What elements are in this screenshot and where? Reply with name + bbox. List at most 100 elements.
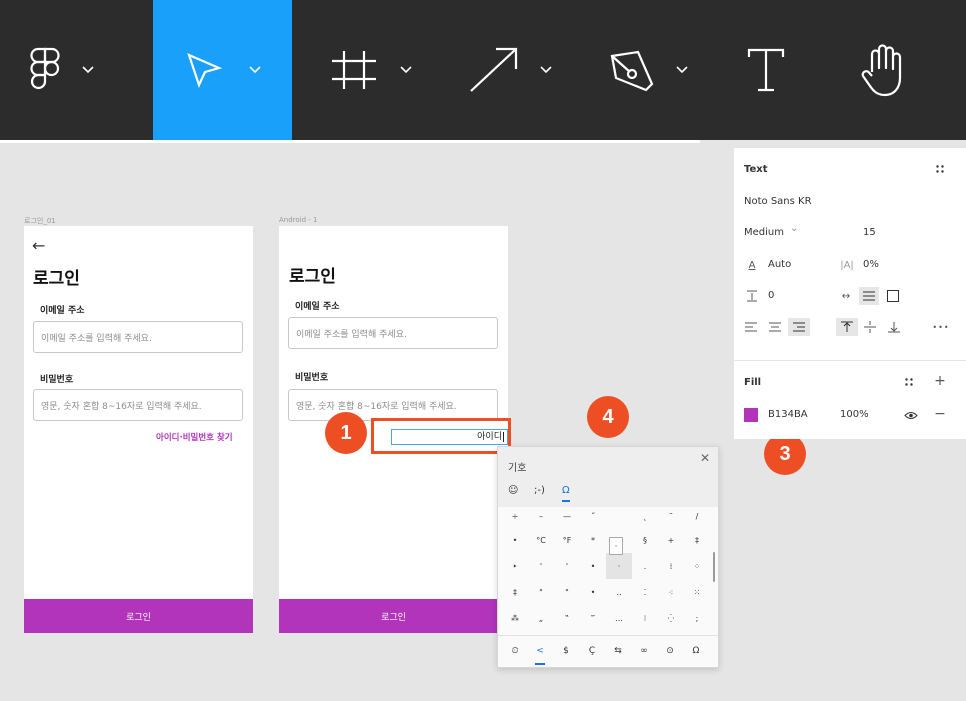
symbol-cell[interactable]: ˜ — [658, 503, 684, 529]
symbol-cell[interactable]: ÷ — [502, 503, 528, 529]
symbol-cell[interactable]: / — [684, 503, 710, 529]
category-math[interactable]: ∞ — [633, 642, 655, 660]
symbol-cell-hovered[interactable]: · — [606, 553, 632, 579]
step-badge-4: 4 — [587, 396, 629, 438]
symbol-cell[interactable]: ⁙ — [684, 579, 710, 605]
paragraph-spacing-glyph-icon — [747, 290, 757, 302]
paragraph-spacing-input[interactable]: 0 — [768, 290, 774, 301]
font-size-input[interactable]: 15 — [863, 227, 876, 238]
symbol-cell[interactable]: ‴ — [580, 605, 606, 631]
symbol-cell[interactable]: ' — [528, 553, 554, 579]
tab-kaomoji[interactable]: ;-) — [534, 485, 545, 496]
symbol-cell[interactable]: . — [632, 553, 658, 579]
fill-section-heading: Fill — [744, 377, 762, 388]
back-arrow-icon[interactable]: ← — [32, 236, 45, 255]
text-tool[interactable] — [746, 0, 786, 140]
password-input[interactable]: 영문, 숫자 혼합 8~16자로 입력해 주세요. — [33, 389, 243, 421]
login-button[interactable]: 로그인 — [279, 599, 508, 633]
auto-width-icon[interactable]: ↔ — [837, 288, 855, 304]
find-id-password-link[interactable]: 아이디·비밀번호 찾기 — [156, 431, 233, 443]
symbol-cell[interactable]: ⁘ — [684, 553, 710, 579]
chevron-down-icon[interactable]: ⌄ — [790, 223, 798, 234]
password-input[interactable]: 영문, 숫자 혼합 8~16자로 입력해 주세요. — [288, 389, 498, 421]
section-divider — [734, 360, 966, 361]
text-styles-icon[interactable] — [932, 162, 948, 176]
font-weight-select[interactable]: Medium — [744, 227, 784, 238]
style-grid-icon — [905, 378, 913, 386]
fill-color-swatch[interactable] — [744, 408, 758, 422]
symbol-cell[interactable]: ⁛ — [658, 605, 684, 631]
tab-symbols[interactable]: Ω — [562, 485, 570, 496]
line-height-input[interactable]: Auto — [768, 259, 791, 270]
symbol-cell[interactable]: ‥ — [606, 579, 632, 605]
remove-fill-icon[interactable]: − — [932, 406, 948, 422]
align-bottom-icon[interactable] — [885, 319, 903, 335]
symbol-cell[interactable]: „ — [528, 605, 554, 631]
align-middle-icon[interactable] — [861, 319, 879, 335]
symbol-cell[interactable]: ' — [554, 553, 580, 579]
symbol-cell[interactable]: • — [580, 579, 606, 605]
frame-tool[interactable] — [330, 0, 412, 140]
symbol-cell[interactable]: • — [502, 527, 528, 553]
category-recent-icon[interactable]: ⏲ — [504, 642, 526, 660]
more-options-icon[interactable]: ••• — [930, 320, 952, 334]
symbol-cell[interactable]: " — [528, 579, 554, 605]
fill-hex-input[interactable]: B134BA — [768, 409, 808, 420]
symbol-cell[interactable]: ˝ — [580, 503, 606, 529]
eye-icon[interactable] — [902, 408, 920, 422]
email-input[interactable]: 이메일 주소를 입력해 주세요. — [288, 317, 498, 349]
tab-emoji[interactable]: ☺ — [508, 485, 518, 496]
align-right-icon[interactable] — [788, 318, 810, 336]
font-family-select[interactable]: Noto Sans KR — [744, 196, 812, 207]
frame-login-01[interactable]: ← 로그인 이메일 주소 이메일 주소를 입력해 주세요. 비밀번호 영문, 숫… — [24, 226, 253, 633]
fixed-size-icon[interactable] — [885, 288, 901, 304]
picker-scrollbar[interactable] — [713, 552, 715, 582]
letter-spacing-input[interactable]: 0% — [863, 259, 879, 270]
symbol-cell[interactable]: ‡ — [502, 579, 528, 605]
category-currency[interactable]: $ — [555, 642, 577, 660]
login-button[interactable]: 로그인 — [24, 599, 253, 633]
symbol-cell[interactable]: ⁖ — [658, 579, 684, 605]
category-punctuation[interactable]: < — [529, 642, 551, 660]
move-tool[interactable] — [153, 0, 292, 140]
align-top-icon[interactable] — [836, 318, 858, 336]
line-arrow-tool[interactable] — [468, 0, 552, 140]
symbol-cell[interactable]: § — [632, 527, 658, 553]
add-fill-icon[interactable]: + — [932, 373, 948, 389]
auto-height-icon[interactable] — [859, 287, 879, 305]
new-text-layer[interactable]: 아이디 — [391, 429, 508, 445]
fill-styles-icon[interactable] — [901, 375, 917, 389]
category-greek[interactable]: Ω — [685, 642, 707, 660]
symbol-cell[interactable]: — — [554, 503, 580, 529]
symbol-cell[interactable]: " — [554, 579, 580, 605]
pen-tool[interactable] — [608, 0, 688, 140]
symbol-cell[interactable]: ‣ — [502, 553, 528, 579]
category-latin[interactable]: Ç — [581, 642, 603, 660]
symbol-cell[interactable]: ˛ — [632, 503, 658, 529]
main-menu-tool[interactable] — [30, 0, 94, 140]
symbol-cell[interactable]: – — [528, 503, 554, 529]
align-left-icon[interactable] — [742, 319, 760, 335]
symbol-cell[interactable]: … — [606, 605, 632, 631]
symbol-cell[interactable]: ⁝ — [632, 605, 658, 631]
symbol-cell[interactable]: * — [580, 527, 606, 553]
close-icon[interactable]: ✕ — [700, 451, 710, 465]
symbol-cell[interactable]: ; — [684, 605, 710, 631]
symbol-cell[interactable]: ‡ — [684, 527, 710, 553]
symbol-cell[interactable]: + — [658, 527, 684, 553]
symbol-cell[interactable]: °F — [554, 527, 580, 553]
frame-label-left[interactable]: 로그인_01 — [24, 216, 56, 226]
symbol-cell[interactable]: • — [580, 553, 606, 579]
category-arrows[interactable]: ⇆ — [607, 642, 629, 660]
email-input[interactable]: 이메일 주소를 입력해 주세요. — [33, 321, 243, 353]
fill-opacity-input[interactable]: 100% — [840, 409, 869, 420]
symbol-cell[interactable]: ⁚ — [632, 579, 658, 605]
symbol-cell[interactable]: ⁞ — [658, 553, 684, 579]
align-center-icon[interactable] — [766, 319, 784, 335]
frame-label-right[interactable]: Android - 1 — [279, 216, 318, 224]
symbol-cell[interactable]: °C — [528, 527, 554, 553]
symbol-cell[interactable]: ⁂ — [502, 605, 528, 631]
hand-tool[interactable] — [858, 0, 912, 140]
symbol-cell[interactable]: ‟ — [554, 605, 580, 631]
category-geometric[interactable]: ⊙ — [659, 642, 681, 660]
